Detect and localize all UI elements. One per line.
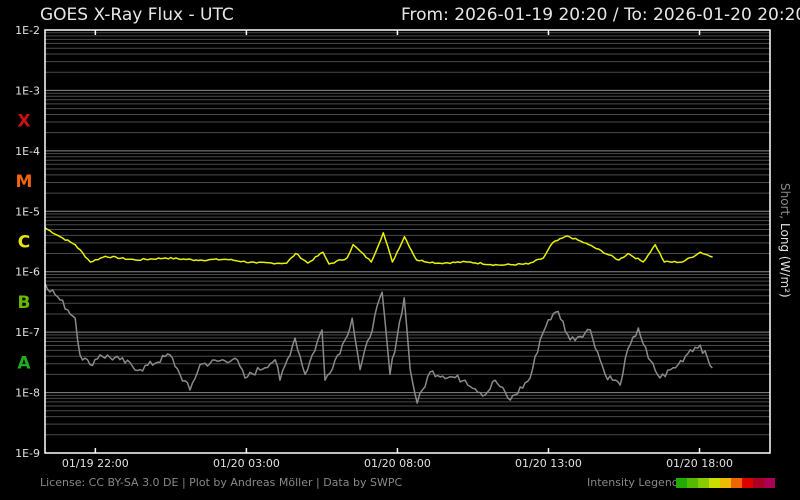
legend-swatch (698, 478, 709, 488)
legend-swatch (687, 478, 698, 488)
legend-swatch (709, 478, 720, 488)
date-range: From: 2026-01-19 20:20 / To: 2026-01-20 … (401, 5, 800, 25)
series-lines (44, 227, 713, 404)
y-tick-label: 1E-2 (15, 24, 40, 37)
flare-class-B: B (18, 293, 31, 313)
flare-class-A: A (17, 353, 31, 373)
xray-flux-chart: GOES X-Ray Flux - UTC From: 2026-01-19 2… (15, 5, 800, 489)
intensity-legend-label: Intensity Legend (587, 476, 679, 489)
legend-swatch (676, 478, 687, 488)
y-tick-label: 1E-9 (15, 447, 40, 460)
y-tick-label: 1E-4 (15, 145, 40, 158)
legend-swatch (742, 478, 753, 488)
intensity-legend (676, 478, 775, 488)
chart-title: GOES X-Ray Flux - UTC (40, 5, 234, 25)
y-tick-label: 1E-8 (15, 387, 40, 400)
flare-class-X: X (17, 112, 30, 132)
flare-class-C: C (18, 233, 30, 253)
y-label-short: Short, (778, 183, 792, 219)
x-tick-label: 01/19 22:00 (62, 457, 129, 470)
x-tick-label: 01/20 13:00 (515, 457, 582, 470)
legend-swatch (720, 478, 731, 488)
flare-class-M: M (16, 172, 33, 192)
y-axis-label: Short, Long (W/m²) (778, 183, 792, 298)
x-tick-label: 01/20 18:00 (666, 457, 733, 470)
y-tick-label: 1E-7 (15, 326, 40, 339)
legend-swatch (731, 478, 742, 488)
y-label-long: Long (W/m²) (778, 223, 792, 298)
license-text: License: CC BY-SA 3.0 DE | Plot by Andre… (40, 476, 402, 489)
x-tick-label: 01/20 08:00 (364, 457, 431, 470)
y-tick-label: 1E-5 (15, 205, 40, 218)
legend-swatch (753, 478, 764, 488)
legend-swatch (764, 478, 775, 488)
series-short (44, 282, 713, 404)
y-tick-label: 1E-6 (15, 266, 40, 279)
x-tick-label: 01/20 03:00 (213, 457, 280, 470)
series-long (44, 227, 713, 267)
y-tick-label: 1E-3 (15, 84, 40, 97)
